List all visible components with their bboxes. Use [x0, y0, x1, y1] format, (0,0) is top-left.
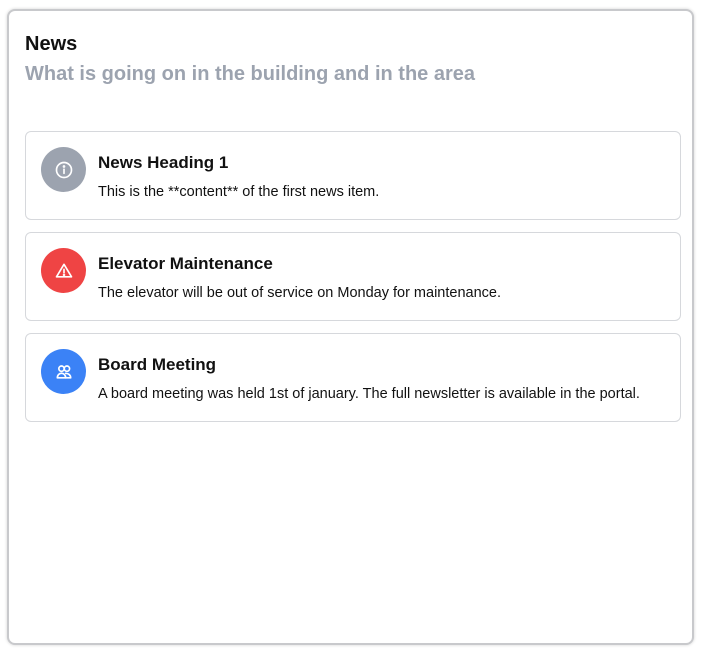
- news-item[interactable]: Elevator Maintenance The elevator will b…: [25, 232, 681, 321]
- news-item-heading: Elevator Maintenance: [98, 254, 273, 273]
- news-item-heading: News Heading 1: [98, 153, 229, 172]
- page-subtitle: What is going on in the building and in …: [25, 63, 475, 85]
- users-icon: [56, 364, 71, 379]
- panel-header: News What is going on in the building an…: [25, 31, 676, 87]
- news-item-content: This is the **content** of the first new…: [98, 184, 380, 200]
- news-item-badge: [41, 248, 86, 293]
- news-item-heading: Board Meeting: [98, 355, 217, 374]
- news-list: News Heading 1 This is the **content** o…: [25, 131, 681, 434]
- news-item-content: A board meeting was held 1st of january.…: [98, 386, 640, 402]
- news-panel: News What is going on in the building an…: [7, 9, 694, 645]
- news-item-badge: [41, 147, 86, 192]
- page-title: News: [25, 33, 78, 55]
- warning-icon: [55, 263, 72, 278]
- news-item[interactable]: News Heading 1 This is the **content** o…: [25, 131, 681, 220]
- news-item-badge: [41, 349, 86, 394]
- news-item-content: The elevator will be out of service on M…: [98, 285, 501, 301]
- news-item[interactable]: Board Meeting A board meeting was held 1…: [25, 333, 681, 422]
- info-icon: [55, 161, 72, 178]
